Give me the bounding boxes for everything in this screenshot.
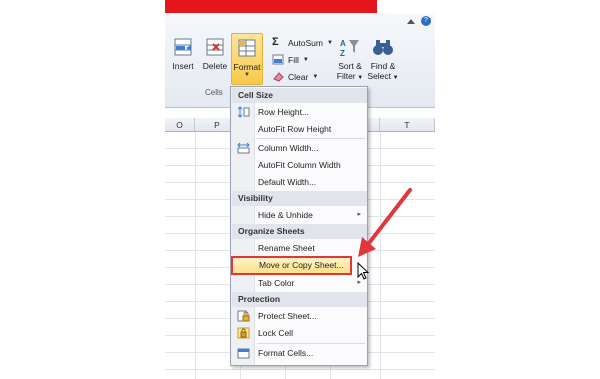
format-dropdown-icon: ▼ xyxy=(244,72,250,78)
help-icon[interactable]: ? xyxy=(421,16,431,26)
sort-filter-button[interactable]: A Z Sort & Filter ▼ xyxy=(334,36,366,81)
section-cell-size: Cell Size xyxy=(232,88,367,103)
menu-separator xyxy=(257,138,365,139)
lock-icon xyxy=(237,327,250,339)
delete-cells-icon xyxy=(204,36,226,58)
sort-filter-icon: A Z xyxy=(339,36,361,58)
autofit-column-label: AutoFit Column Width xyxy=(258,160,341,170)
column-width-icon xyxy=(237,142,250,154)
svg-text:Z: Z xyxy=(340,49,345,58)
minimize-ribbon-icon[interactable] xyxy=(407,19,415,24)
menu-item-format-cells[interactable]: Format Cells... xyxy=(232,345,367,361)
clear-dropdown-icon: ▼ xyxy=(312,73,319,80)
tab-color-label: Tab Color xyxy=(258,278,295,288)
menu-item-protect-sheet[interactable]: Protect Sheet... xyxy=(232,308,367,324)
binoculars-icon xyxy=(372,36,394,58)
insert-label: Insert xyxy=(172,61,194,71)
eraser-icon xyxy=(272,71,284,82)
insert-button[interactable]: Insert xyxy=(168,36,198,71)
find-label-1: Find & xyxy=(370,61,396,71)
menu-item-lock-cell[interactable]: Lock Cell xyxy=(232,325,367,341)
protect-sheet-icon xyxy=(237,310,250,322)
menu-item-column-width[interactable]: Column Width... xyxy=(232,140,367,156)
format-button[interactable]: Format ▼ xyxy=(231,33,263,85)
column-header[interactable]: O xyxy=(165,118,195,131)
clear-button[interactable]: Clear ▼ xyxy=(272,71,318,82)
autosum-label: AutoSum xyxy=(288,37,323,48)
find-select-button[interactable]: Find & Select ▼ xyxy=(367,36,399,81)
svg-text:A: A xyxy=(340,39,346,48)
fill-dropdown-icon: ▼ xyxy=(302,56,309,63)
cells-group-label: Cells xyxy=(205,88,223,97)
format-cells-menu-icon xyxy=(237,347,250,359)
fill-icon xyxy=(272,54,284,65)
sort-label-2: Filter ▼ xyxy=(336,71,364,81)
title-bar-right xyxy=(377,0,435,13)
section-protection: Protection xyxy=(232,292,367,307)
insert-cells-icon xyxy=(172,36,194,58)
mouse-pointer-icon xyxy=(357,262,370,280)
hide-unhide-label: Hide & Unhide xyxy=(258,210,313,220)
menu-item-autofit-row[interactable]: AutoFit Row Height xyxy=(232,121,367,137)
lock-cell-label: Lock Cell xyxy=(258,328,293,338)
grid-line xyxy=(195,132,196,379)
delete-label: Delete xyxy=(202,61,228,71)
default-width-label: Default Width... xyxy=(258,177,317,187)
title-bar xyxy=(165,0,377,13)
sort-label-1: Sort & xyxy=(338,61,362,71)
move-copy-sheet-label: Move or Copy Sheet... xyxy=(259,260,344,270)
autofit-row-label: AutoFit Row Height xyxy=(258,124,332,134)
delete-button[interactable]: Delete xyxy=(200,36,230,71)
fill-label: Fill xyxy=(288,54,299,65)
fill-button[interactable]: Fill ▼ xyxy=(272,54,309,65)
autosum-button[interactable]: Σ AutoSum ▼ xyxy=(272,37,333,48)
sigma-icon: Σ xyxy=(272,36,279,48)
column-header[interactable]: T xyxy=(380,118,435,131)
menu-item-autofit-column[interactable]: AutoFit Column Width xyxy=(232,157,367,173)
column-width-label: Column Width... xyxy=(258,143,319,153)
protect-sheet-label: Protect Sheet... xyxy=(258,311,317,321)
format-label: Format xyxy=(233,62,261,72)
row-height-icon xyxy=(237,106,250,118)
row-height-label: Row Height... xyxy=(258,107,310,117)
menu-separator xyxy=(257,343,365,344)
menu-item-tab-color[interactable]: Tab Color ▸ xyxy=(232,275,367,291)
format-cells-icon xyxy=(236,37,258,59)
ribbon-controls: ? xyxy=(407,16,431,26)
menu-item-row-height[interactable]: Row Height... xyxy=(232,104,367,120)
menu-item-move-copy-sheet[interactable]: Move or Copy Sheet... xyxy=(231,256,352,275)
find-label-2: Select ▼ xyxy=(367,71,399,81)
rename-sheet-label: Rename Sheet xyxy=(258,243,315,253)
format-cells-label: Format Cells... xyxy=(258,348,314,358)
autosum-dropdown-icon: ▼ xyxy=(326,39,333,46)
annotation-arrow xyxy=(358,188,412,257)
clear-label: Clear xyxy=(288,71,309,82)
